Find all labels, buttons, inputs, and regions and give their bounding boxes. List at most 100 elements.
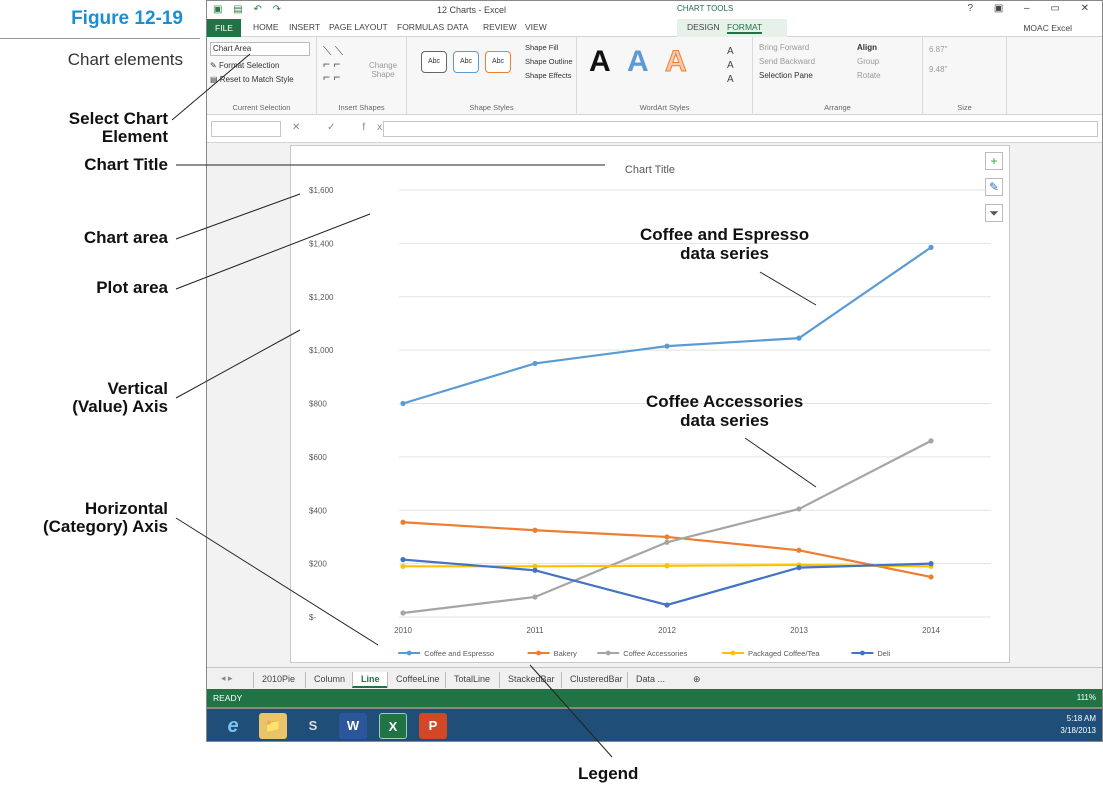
add-sheet-icon[interactable]: ⊕ bbox=[685, 672, 709, 688]
wordart-style[interactable]: A bbox=[665, 45, 688, 79]
name-box[interactable] bbox=[211, 121, 281, 137]
x-tick-label: 2011 bbox=[526, 626, 544, 635]
align-button[interactable]: Align bbox=[857, 43, 877, 52]
group-size: 6.87" 9.48" Size bbox=[923, 37, 1007, 115]
chart-filters-button[interactable]: ⏷ bbox=[985, 204, 1003, 222]
ribbon: Chart Area ✎ Format Selection ▤ Reset to… bbox=[207, 37, 1102, 115]
bring-forward-button[interactable]: Bring Forward bbox=[759, 43, 809, 52]
data-point bbox=[400, 519, 406, 525]
tab-data[interactable]: DATA bbox=[447, 22, 468, 32]
file-explorer-icon[interactable]: 📁 bbox=[259, 713, 287, 739]
powerpoint-icon[interactable]: P bbox=[419, 713, 447, 739]
sheet-tab[interactable]: ClusteredBar bbox=[561, 672, 631, 688]
quick-access-toolbar[interactable]: ▣ ▤ ↶ ↷ bbox=[213, 4, 285, 15]
group-name: Shape Styles bbox=[469, 103, 514, 112]
send-backward-button[interactable]: Send Backward bbox=[759, 57, 815, 66]
tab-home[interactable]: HOME bbox=[253, 22, 279, 32]
window-controls[interactable]: ? ▣ – ▭ ✕ bbox=[967, 3, 1098, 14]
window-title: 12 Charts - Excel bbox=[437, 5, 507, 15]
shapes-gallery[interactable]: ⟍ ⟍ ⌐ ⌐ ⌐ ⌐ bbox=[323, 45, 343, 84]
reset-to-match-label: Reset to Match Style bbox=[219, 75, 294, 84]
data-point bbox=[400, 563, 406, 569]
legend-marker bbox=[860, 650, 865, 656]
data-point bbox=[532, 594, 538, 600]
shape-outline-button[interactable]: Shape Outline bbox=[525, 57, 573, 66]
callout-line: (Value) Axis bbox=[72, 397, 168, 416]
change-shape-button[interactable]: Change Shape bbox=[369, 61, 397, 79]
tab-page-layout[interactable]: PAGE LAYOUT bbox=[329, 22, 388, 32]
status-bar: READY 111% bbox=[207, 689, 1102, 707]
sheet-tab-bar: ◂ ▸ 2010Pie Column Line CoffeeLine TotalLine… bbox=[207, 667, 1102, 689]
y-tick-label: $600 bbox=[309, 453, 327, 462]
callout-line: Coffee and Espresso bbox=[640, 225, 810, 244]
data-point bbox=[796, 547, 802, 553]
rotate-button[interactable]: Rotate bbox=[857, 71, 881, 80]
tab-insert[interactable]: INSERT bbox=[289, 22, 320, 32]
shape-height-field[interactable]: 6.87" bbox=[929, 45, 947, 54]
tab-format[interactable]: FORMAT bbox=[727, 22, 763, 34]
callout-accessories-series: Coffee Accessories data series bbox=[646, 392, 803, 430]
word-icon[interactable]: W bbox=[339, 713, 367, 739]
callout-line: Select Chart bbox=[68, 109, 168, 128]
sheet-tab[interactable]: Line bbox=[352, 672, 388, 688]
selection-pane-button[interactable]: Selection Pane bbox=[759, 71, 813, 80]
data-point bbox=[532, 527, 538, 533]
series-line bbox=[402, 246, 932, 405]
wordart-style[interactable]: A bbox=[627, 45, 649, 79]
callout-line: Horizontal bbox=[84, 499, 168, 518]
callout-horizontal-axis: Horizontal (Category) Axis bbox=[43, 500, 168, 536]
tab-design[interactable]: DESIGN bbox=[687, 22, 720, 32]
chart-styles-button[interactable]: ✎ bbox=[985, 178, 1003, 196]
format-selection-button[interactable]: ✎ Format Selection bbox=[210, 61, 279, 70]
excel-window: ▣ ▤ ↶ ↷ 12 Charts - Excel CHART TOOLS ? … bbox=[206, 0, 1103, 708]
y-tick-label: $- bbox=[309, 613, 316, 622]
tab-review[interactable]: REVIEW bbox=[483, 22, 517, 32]
excel-icon[interactable]: X bbox=[379, 713, 407, 739]
internet-explorer-icon[interactable]: e bbox=[219, 713, 247, 739]
tab-formulas[interactable]: FORMULAS bbox=[397, 22, 444, 32]
tab-view[interactable]: VIEW bbox=[525, 22, 547, 32]
shape-fill-button[interactable]: Shape Fill bbox=[525, 43, 558, 52]
callout-line: Element bbox=[101, 127, 168, 146]
chart-title[interactable]: Chart Title bbox=[291, 164, 1009, 176]
text-fill-icons[interactable]: AAA bbox=[727, 45, 734, 87]
zoom-level[interactable]: 111% bbox=[1077, 693, 1096, 702]
shape-style-swatch[interactable]: Abc bbox=[453, 51, 479, 73]
shape-width-field[interactable]: 9.48" bbox=[929, 65, 947, 74]
callout-chart-title: Chart Title bbox=[84, 155, 168, 174]
snipping-tool-icon[interactable]: S bbox=[299, 713, 327, 739]
formula-icons[interactable]: ✕ ✓ fx bbox=[292, 122, 394, 133]
sheet-tab[interactable]: StackedBar bbox=[499, 672, 563, 688]
y-tick-label: $800 bbox=[309, 400, 327, 409]
data-point bbox=[400, 610, 406, 616]
y-tick-label: $400 bbox=[309, 506, 327, 515]
shape-style-swatch[interactable]: Abc bbox=[485, 51, 511, 73]
system-clock[interactable]: 5:18 AM 3/18/2013 bbox=[1060, 713, 1096, 737]
data-point bbox=[796, 335, 802, 341]
sheet-tab[interactable]: CoffeeLine bbox=[387, 672, 447, 688]
data-point bbox=[796, 565, 802, 571]
legend-marker bbox=[406, 650, 412, 656]
sheet-tab[interactable]: Column bbox=[305, 672, 353, 688]
sheet-tab[interactable]: 2010Pie bbox=[253, 672, 303, 688]
data-point bbox=[532, 360, 538, 367]
group-button[interactable]: Group bbox=[857, 57, 879, 66]
group-arrange: Bring Forward Send Backward Selection Pa… bbox=[753, 37, 923, 115]
tab-file[interactable]: FILE bbox=[207, 19, 241, 37]
shape-style-swatch[interactable]: Abc bbox=[421, 51, 447, 73]
figure-caption: Chart elements bbox=[67, 50, 183, 69]
chart-elements-button[interactable]: + bbox=[985, 152, 1003, 170]
chart-element-dropdown[interactable]: Chart Area bbox=[210, 42, 310, 56]
sheet-tab[interactable]: Data ... bbox=[627, 672, 673, 688]
sheet-nav-arrows[interactable]: ◂ ▸ bbox=[221, 673, 233, 684]
shape-effects-button[interactable]: Shape Effects bbox=[525, 71, 572, 80]
legend-marker bbox=[605, 650, 611, 656]
sheet-tab[interactable]: TotalLine bbox=[445, 672, 498, 688]
formula-input[interactable] bbox=[383, 121, 1098, 137]
windows-taskbar: e 📁 S W X P 5:18 AM 3/18/2013 bbox=[206, 708, 1103, 742]
reset-to-match-style-button[interactable]: ▤ Reset to Match Style bbox=[210, 75, 294, 84]
change-shape-label: Shape bbox=[371, 70, 395, 79]
data-point bbox=[928, 561, 934, 567]
wordart-style[interactable]: A bbox=[589, 45, 611, 79]
account-name[interactable]: MOAC Excel bbox=[1023, 23, 1072, 33]
